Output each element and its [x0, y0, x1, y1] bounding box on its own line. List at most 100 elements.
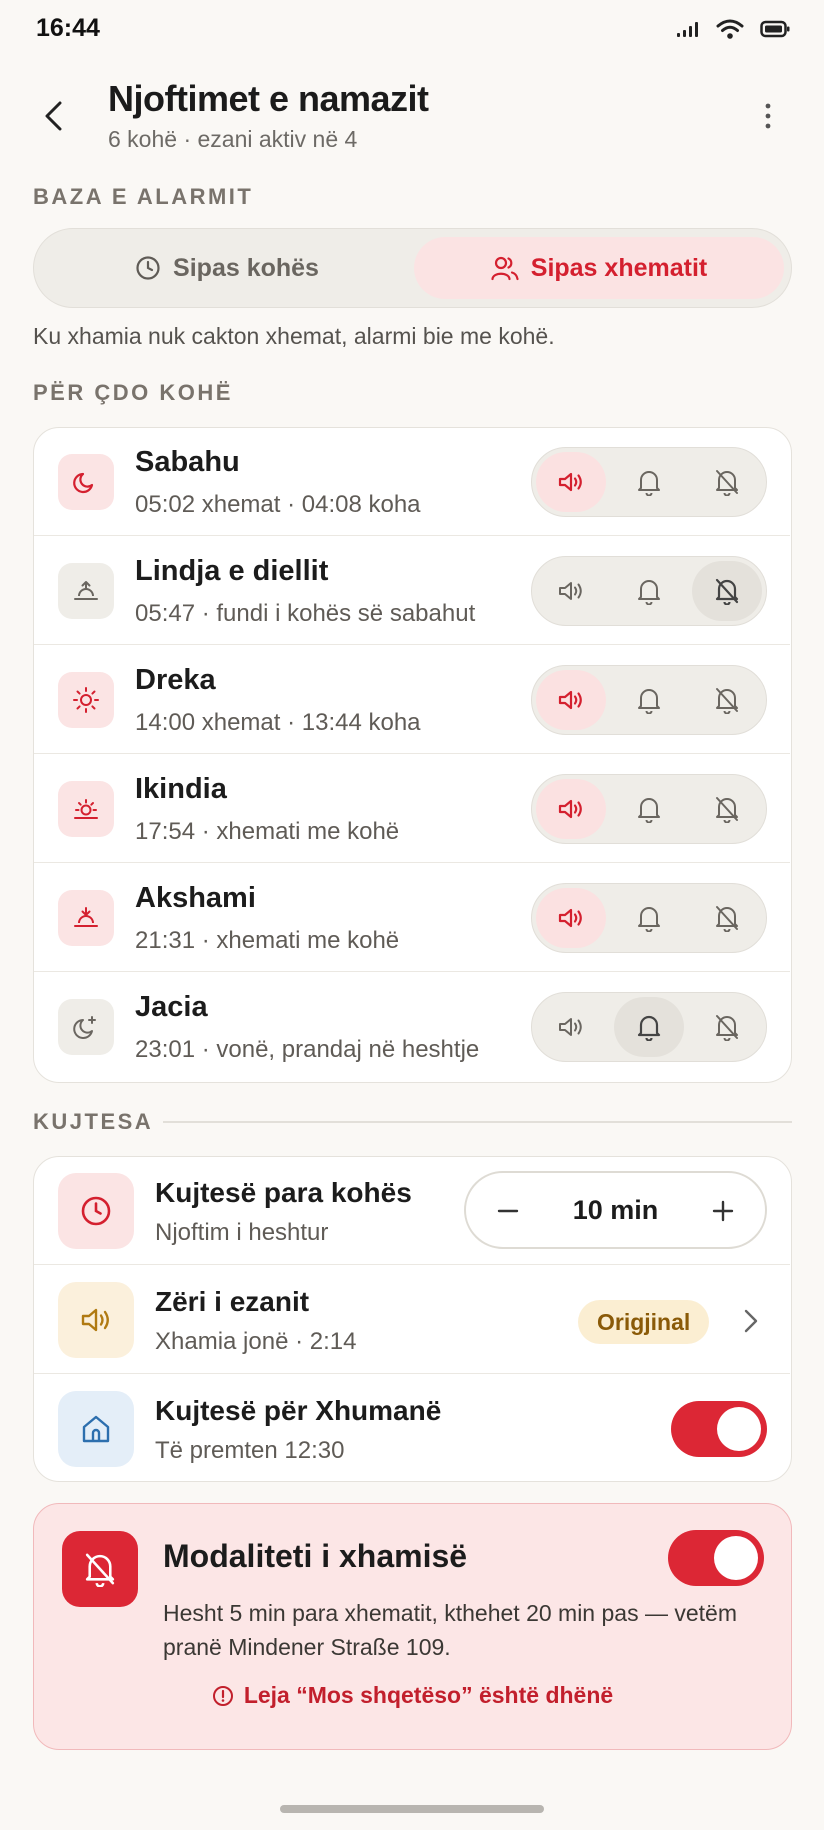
reminder-friday-row: Kujtesë për Xhumanë Të premten 12:30	[34, 1375, 790, 1481]
mosque-mode-toggle[interactable]	[668, 1530, 764, 1586]
prayer-detail: 05:02 xhemat · 04:08 koha	[135, 491, 421, 518]
mode-off-button[interactable]	[692, 888, 762, 948]
section-header-reminders: KUJTESA	[33, 1108, 792, 1138]
prayer-detail: 05:47 · fundi i kohës së sabahut	[135, 600, 476, 627]
prayer-detail: 17:54 · xhemati me kohë	[135, 818, 400, 845]
bell-off-icon	[716, 906, 738, 932]
mosque-mode-card: Modaliteti i xhamisë Hesht 5 min para xh…	[33, 1503, 792, 1750]
mode-notify-button[interactable]	[614, 779, 684, 839]
page-subtitle: 6 kohë · ezani aktiv në 4	[108, 126, 358, 152]
more-options-button[interactable]	[748, 96, 788, 136]
volume-icon	[559, 1018, 582, 1036]
mode-off-button[interactable]	[692, 997, 762, 1057]
increase-button[interactable]	[703, 1191, 743, 1231]
reminder-subtitle: Njoftim i heshtur	[155, 1219, 329, 1246]
mode-off-button[interactable]	[692, 670, 762, 730]
volume-icon	[558, 690, 582, 710]
prayer-row-ikindia: Ikindia 17:54 · xhemati me kohë	[34, 755, 790, 863]
reminders-card: Kujtesë para kohës Njoftim i heshtur 10 …	[33, 1156, 792, 1482]
option-by-time-label: Sipas kohës	[173, 253, 319, 282]
reminder-title: Kujtesë për Xhumanë	[155, 1395, 442, 1426]
more-vertical-icon	[765, 103, 771, 129]
prayer-detail: 21:31 · xhemati me kohë	[135, 927, 400, 954]
prayer-list-card: Sabahu 05:02 xhemat · 04:08 koha Lindja …	[33, 427, 792, 1083]
decrease-button[interactable]	[488, 1191, 528, 1231]
prayer-mode-selector	[531, 883, 767, 953]
bell-icon	[638, 580, 660, 605]
mode-notify-button[interactable]	[614, 670, 684, 730]
prayer-name: Sabahu	[135, 446, 240, 478]
prayer-mode-selector	[531, 665, 767, 735]
prayer-row-akshami: Akshami 21:31 · xhemati me kohë	[34, 864, 790, 972]
dnd-permission-text: Leja “Mos shqetëso” është dhënë	[243, 1682, 614, 1708]
volume-icon	[558, 472, 582, 492]
prayer-name: Ikindia	[135, 773, 227, 805]
chevron-left-icon	[45, 101, 62, 131]
alarm-clock-icon	[58, 1173, 134, 1249]
status-bar: 16:44	[0, 0, 824, 60]
mode-sound-button[interactable]	[536, 779, 606, 839]
section-label-alarm-base: BAZA E ALARMIT	[33, 184, 254, 209]
info-icon	[212, 1685, 233, 1706]
mode-sound-button[interactable]	[536, 888, 606, 948]
home-indicator[interactable]	[280, 1805, 544, 1813]
reminder-title: Kujtesë para kohës	[155, 1177, 412, 1208]
mode-notify-button[interactable]	[614, 888, 684, 948]
mode-sound-button[interactable]	[536, 561, 606, 621]
mode-off-button[interactable]	[692, 452, 762, 512]
prayer-mode-selector	[531, 447, 767, 517]
clock-icon	[136, 256, 160, 280]
prayer-detail: 23:01 · vonë, prandaj në heshtje	[135, 1036, 480, 1063]
moon-star-icon	[58, 999, 114, 1055]
reminder-subtitle: Xhamia jonë · 2:14	[155, 1328, 357, 1355]
mode-sound-button[interactable]	[536, 452, 606, 512]
stepper-value: 10 min	[572, 1195, 659, 1225]
reminder-adhan-voice-row[interactable]: Zëri i ezanit Xhamia jonë · 2:14 Origjin…	[34, 1266, 790, 1374]
prayer-name: Jacia	[135, 991, 208, 1023]
mode-notify-button[interactable]	[614, 452, 684, 512]
battery-icon	[760, 20, 790, 38]
bell-icon	[638, 471, 660, 496]
friday-reminder-toggle[interactable]	[671, 1401, 767, 1457]
bell-icon	[638, 689, 660, 714]
prayer-name: Dreka	[135, 664, 216, 696]
bell-icon	[637, 1015, 661, 1041]
bell-off-icon	[716, 797, 738, 823]
bell-off-icon	[716, 688, 738, 714]
bell-icon	[638, 907, 660, 932]
mode-notify-button[interactable]	[614, 561, 684, 621]
back-button[interactable]	[34, 96, 74, 136]
reminder-before-time-row: Kujtesë para kohës Njoftim i heshtur 10 …	[34, 1157, 790, 1265]
prayer-row-dreka: Dreka 14:00 xhemat · 13:44 koha	[34, 646, 790, 754]
minutes-stepper: 10 min	[464, 1171, 767, 1249]
volume-icon	[558, 908, 582, 928]
bell-off-icon	[716, 470, 738, 496]
voice-badge: Origjinal	[578, 1300, 710, 1344]
status-icons	[676, 18, 790, 40]
users-icon	[491, 256, 519, 281]
chevron-right-icon	[734, 1304, 768, 1338]
mosque-mode-title: Modaliteti i xhamisë	[163, 1538, 468, 1574]
sun-icon	[58, 672, 114, 728]
mode-sound-button[interactable]	[536, 670, 606, 730]
mode-off-button[interactable]	[692, 561, 762, 621]
moon-icon	[58, 454, 114, 510]
page-title: Njoftimet e namazit	[108, 78, 429, 119]
option-by-congregation[interactable]: Sipas xhematit	[414, 237, 784, 299]
sun-low-icon	[58, 781, 114, 837]
bell-off-icon	[62, 1531, 138, 1607]
mode-notify-button[interactable]	[614, 997, 684, 1057]
section-label-reminders: KUJTESA	[33, 1109, 154, 1134]
signal-icon	[676, 20, 700, 38]
prayer-name: Lindja e diellit	[135, 555, 329, 587]
dnd-permission-notice[interactable]: Leja “Mos shqetëso” është dhënë	[34, 1682, 791, 1709]
reminder-title: Zëri i ezanit	[155, 1286, 310, 1317]
mode-off-button[interactable]	[692, 779, 762, 839]
sunset-icon	[58, 890, 114, 946]
prayer-mode-selector	[531, 774, 767, 844]
divider	[163, 1121, 792, 1123]
home-icon	[58, 1391, 134, 1467]
mode-sound-button[interactable]	[536, 997, 606, 1057]
option-by-time[interactable]: Sipas kohës	[42, 237, 412, 299]
toggle-knob	[717, 1407, 761, 1451]
